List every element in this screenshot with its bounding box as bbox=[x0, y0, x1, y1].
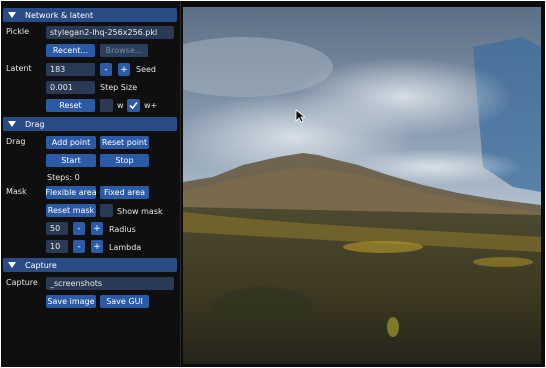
generated-image-view[interactable] bbox=[183, 7, 541, 364]
reset-point-button[interactable]: Reset point bbox=[100, 136, 149, 149]
lambda-input[interactable]: 10 bbox=[46, 240, 68, 253]
mouse-cursor-icon bbox=[295, 109, 305, 123]
browse-button[interactable]: Browse... bbox=[100, 44, 148, 57]
mask-label: Mask bbox=[6, 187, 27, 196]
collapse-triangle-icon bbox=[8, 12, 16, 18]
collapse-triangle-icon bbox=[8, 262, 16, 268]
save-gui-button[interactable]: Save GUI bbox=[100, 295, 149, 308]
capture-label: Capture bbox=[6, 278, 38, 287]
section-title: Drag bbox=[25, 119, 45, 129]
capture-path-field[interactable]: _screenshots bbox=[46, 277, 174, 290]
pickle-label: Pickle bbox=[6, 27, 30, 36]
steps-counter: Steps: 0 bbox=[47, 173, 80, 182]
show-mask-checkbox[interactable] bbox=[100, 204, 113, 217]
start-button[interactable]: Start bbox=[46, 154, 96, 167]
latent-label: Latent bbox=[6, 64, 32, 73]
section-title: Capture bbox=[25, 260, 57, 270]
drag-label: Drag bbox=[6, 137, 26, 146]
seed-label: Seed bbox=[136, 65, 156, 74]
recent-button[interactable]: Recent... bbox=[46, 44, 95, 57]
step-size-label: Step Size bbox=[100, 83, 138, 92]
w-label: w bbox=[117, 101, 124, 110]
app-window: Network & latent Pickle stylegan2-lhq-25… bbox=[1, 1, 545, 367]
save-image-button[interactable]: Save image bbox=[46, 295, 96, 308]
radius-decrement-button[interactable]: - bbox=[73, 222, 85, 235]
flexible-area-button[interactable]: Flexible area bbox=[45, 186, 97, 199]
section-header-network[interactable]: Network & latent bbox=[3, 8, 177, 22]
section-title: Network & latent bbox=[25, 10, 94, 20]
w-checkbox[interactable] bbox=[100, 99, 113, 112]
show-mask-label: Show mask bbox=[117, 207, 163, 216]
lambda-increment-button[interactable]: + bbox=[91, 240, 103, 253]
latent-increment-button[interactable]: + bbox=[118, 63, 130, 76]
wplus-checkbox[interactable] bbox=[127, 99, 140, 112]
landscape-image bbox=[183, 7, 541, 364]
lambda-decrement-button[interactable]: - bbox=[73, 240, 85, 253]
reset-mask-button[interactable]: Reset mask bbox=[46, 204, 96, 217]
section-header-drag[interactable]: Drag bbox=[3, 117, 177, 131]
control-panel: Network & latent Pickle stylegan2-lhq-25… bbox=[1, 1, 181, 367]
latent-input[interactable]: 183 bbox=[46, 63, 95, 76]
fixed-area-button[interactable]: Fixed area bbox=[100, 186, 149, 199]
radius-increment-button[interactable]: + bbox=[91, 222, 103, 235]
add-point-button[interactable]: Add point bbox=[46, 136, 96, 149]
wplus-label: w+ bbox=[144, 101, 158, 110]
lambda-label: Lambda bbox=[109, 243, 142, 252]
checkmark-icon bbox=[129, 101, 138, 110]
reset-latent-button[interactable]: Reset bbox=[46, 99, 95, 112]
step-size-input[interactable]: 0.001 bbox=[46, 81, 95, 94]
collapse-triangle-icon bbox=[8, 121, 16, 127]
radius-input[interactable]: 50 bbox=[46, 222, 68, 235]
latent-decrement-button[interactable]: - bbox=[100, 63, 112, 76]
section-header-capture[interactable]: Capture bbox=[3, 258, 177, 272]
pickle-field[interactable]: stylegan2-lhq-256x256.pkl bbox=[46, 26, 174, 39]
stop-button[interactable]: Stop bbox=[100, 154, 149, 167]
radius-label: Radius bbox=[109, 225, 136, 234]
